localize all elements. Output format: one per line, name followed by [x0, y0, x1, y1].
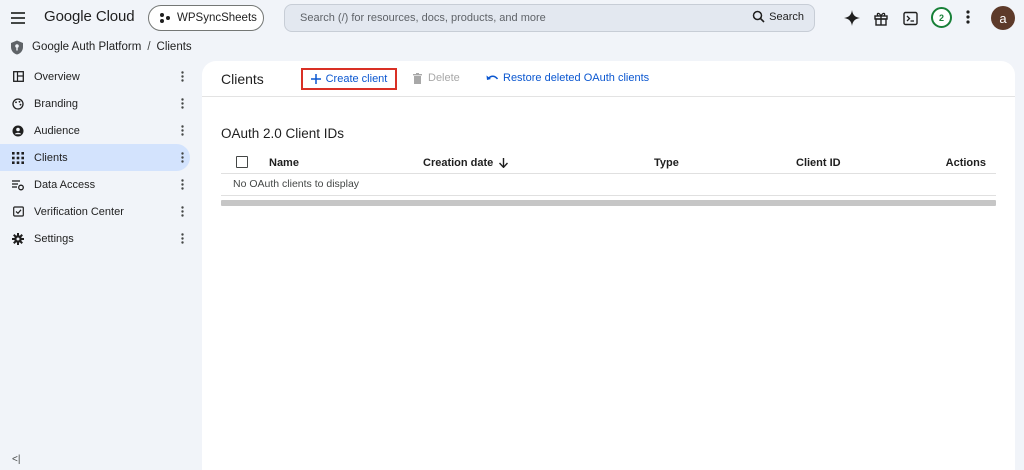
search-bar: Search [284, 4, 815, 32]
branding-menu-icon[interactable] [181, 98, 184, 112]
sidebar-item-branding[interactable]: Branding [0, 90, 196, 117]
gemini-sparkle-icon[interactable] [842, 8, 862, 28]
breadcrumb-root[interactable]: Google Auth Platform [32, 41, 141, 53]
sidebar-item-label: Audience [34, 124, 80, 137]
create-client-label: Create client [325, 73, 388, 85]
delete-button[interactable]: Delete [413, 72, 460, 84]
column-header-label: Creation date [423, 157, 494, 169]
sidebar-item-label: Branding [34, 97, 79, 110]
sidebar-item-label: Data Access [34, 178, 96, 191]
undo-icon [486, 75, 498, 80]
palette-icon [12, 97, 24, 110]
oauth-clients-table: Name Creation date Type Client ID Action… [221, 151, 996, 206]
column-header-client-id[interactable]: Client ID [796, 157, 841, 169]
sidebar-item-label: Clients [34, 151, 68, 164]
sidebar-item-overview[interactable]: Overview [0, 63, 196, 90]
column-header-actions: Actions [945, 157, 986, 169]
breadcrumb-separator: / [147, 41, 151, 53]
project-name: WPSyncSheets [177, 12, 257, 24]
breadcrumb-current: Clients [156, 41, 192, 53]
sort-descending-icon [499, 158, 509, 168]
select-all-checkbox[interactable] [236, 156, 248, 168]
delete-label: Delete [428, 72, 460, 84]
project-picker[interactable]: WPSyncSheets [148, 5, 264, 31]
sidebar-item-clients[interactable]: Clients [0, 144, 190, 171]
apps-grid-icon [12, 151, 24, 164]
clients-menu-icon[interactable] [181, 152, 184, 166]
sidebar-item-label: Overview [34, 70, 80, 83]
restore-label: Restore deleted OAuth clients [503, 72, 650, 84]
avatar[interactable]: a [991, 6, 1015, 30]
action-toolbar: Clients Create client Delete Restore del… [202, 61, 1015, 97]
page-title: Clients [221, 71, 264, 87]
search-icon [752, 10, 765, 23]
create-client-button[interactable]: Create client [301, 68, 397, 90]
column-header-type[interactable]: Type [654, 157, 679, 169]
column-header-creation-date[interactable]: Creation date [423, 157, 509, 169]
data-access-menu-icon[interactable] [181, 179, 184, 193]
search-button[interactable]: Search [752, 10, 804, 23]
sidebar: Overview Branding Audience Clients Data … [0, 63, 196, 252]
main-menu-icon[interactable] [9, 9, 27, 27]
search-button-label: Search [769, 10, 804, 23]
more-options-icon[interactable] [966, 9, 970, 30]
audience-menu-icon[interactable] [181, 125, 184, 139]
account-circle-icon [12, 125, 24, 137]
column-header-name[interactable]: Name [269, 157, 299, 169]
collapse-sidebar-icon[interactable]: <| [12, 454, 20, 465]
gear-icon [12, 232, 24, 245]
main-panel: Clients Create client Delete Restore del… [202, 61, 1015, 470]
project-icon [160, 13, 170, 23]
plus-icon [310, 74, 321, 84]
sidebar-item-label: Settings [34, 232, 74, 245]
top-bar: Google Cloud WPSyncSheets Search 2 a [0, 0, 1024, 36]
sidebar-item-data-access[interactable]: Data Access [0, 171, 196, 198]
sidebar-item-audience[interactable]: Audience [0, 117, 196, 144]
horizontal-scrollbar[interactable] [221, 200, 996, 206]
trash-icon [413, 72, 422, 84]
section-title: OAuth 2.0 Client IDs [221, 126, 345, 141]
sidebar-item-label: Verification Center [34, 205, 124, 218]
gift-icon[interactable] [871, 8, 891, 28]
dashboard-icon [12, 71, 24, 83]
sidebar-item-settings[interactable]: Settings [0, 225, 196, 252]
restore-deleted-clients-button[interactable]: Restore deleted OAuth clients [486, 72, 649, 84]
cloud-shell-icon[interactable] [900, 8, 920, 28]
empty-state-message: No OAuth clients to display [221, 174, 996, 196]
verification-icon [12, 206, 24, 218]
settings-menu-icon[interactable] [181, 233, 184, 247]
search-input[interactable] [285, 12, 725, 24]
data-access-icon [12, 179, 24, 191]
sidebar-item-verification-center[interactable]: Verification Center [0, 198, 196, 225]
notifications-badge[interactable]: 2 [931, 7, 952, 28]
overview-menu-icon[interactable] [181, 71, 184, 85]
shield-icon [11, 40, 23, 54]
breadcrumb: Google Auth Platform / Clients [10, 39, 192, 55]
table-header-row: Name Creation date Type Client ID Action… [221, 151, 996, 174]
google-cloud-logo[interactable]: Google Cloud [44, 8, 135, 25]
verification-center-menu-icon[interactable] [181, 206, 184, 220]
